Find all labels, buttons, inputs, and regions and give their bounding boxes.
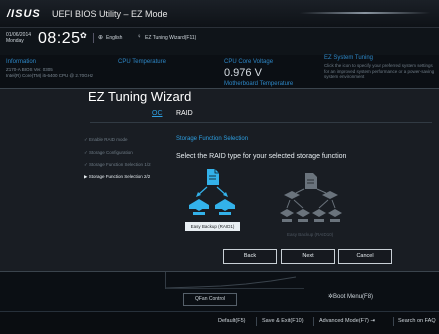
exit-arrow-icon: ⇥ [368,318,375,324]
footer-divider [256,317,257,326]
step-enable-raid: ✓ Enable RAID mode [84,137,128,142]
footer-divider [393,317,394,326]
globe-icon[interactable]: ⊕ [98,34,103,41]
wizard-title: EZ Tuning Wizard [88,89,192,104]
tab-oc[interactable]: OC [152,110,163,117]
raid1-option[interactable] [185,165,239,225]
cpu-temperature-label: CPU Temperature [118,59,166,65]
raid10-option[interactable] [278,171,342,229]
tab-raid[interactable]: RAID [176,110,193,117]
step-storage-function-2: ▶ Storage Function Selection 2/2 [84,174,151,179]
cpu-voltage-value: 0.976 V [224,67,262,79]
step-storage-configuration: ✓ Storage Configuration [84,150,133,155]
default-button[interactable]: Default(F5) [218,318,246,324]
ez-system-tuning-label: EZ System Tuning [324,55,374,61]
raid1-diagram-icon [189,169,235,215]
fan-graph-area [165,272,304,289]
section-description: Select the RAID type for your selected s… [176,153,347,160]
information-line-2: Intel(R) Core(TM) i5-6400 CPU @ 2.70GHz [6,73,94,78]
ez-system-tuning-description: Click the icon to specify your preferred… [324,63,435,79]
step-storage-function-1: ✓ Storage Function Selection 1/2 [84,162,151,167]
cpu-voltage-label: CPU Core Voltage [224,59,274,65]
wizard-divider [90,122,432,123]
information-label: Information [6,59,37,65]
advanced-mode-button[interactable]: Advanced Mode(F7) ⇥ [319,318,375,324]
clock: 08:25 [38,30,81,47]
raid1-option-label[interactable]: Easy Backup (RAID1) [185,222,240,231]
day-text: Monday [6,38,24,44]
asus-logo: /ISUS [7,8,41,20]
fan-curve-graph [165,276,304,289]
section-title: Storage Function Selection [176,136,249,142]
cancel-button[interactable]: Cancel [338,249,392,264]
qfan-control-button[interactable]: QFan Control [183,293,237,306]
search-faq-button[interactable]: Search on FAQ [398,318,436,324]
date-display: 01/06/2014 Monday [6,32,31,44]
boot-menu-button[interactable]: ✲Boot Menu(F8) [328,293,373,300]
raid10-diagram-icon [280,173,342,222]
ez-tuning-wizard-link[interactable]: EZ Tuning Wizard(F11) [145,35,196,41]
gear-icon[interactable]: ✿ [80,31,87,40]
header-decoration [299,12,431,14]
back-button[interactable]: Back [223,249,277,264]
save-exit-button[interactable]: Save & Exit(F10) [262,318,304,324]
footer-divider [313,317,314,326]
motherboard-temperature-label: Motherboard Temperature [224,81,294,87]
next-button[interactable]: Next [281,249,335,264]
lightbulb-icon[interactable]: ♀ [137,34,142,40]
raid10-option-label[interactable]: Easy Backup (RAID10) [287,232,333,237]
divider [93,33,94,43]
language-selector[interactable]: English [106,35,122,41]
bios-title: UEFI BIOS Utility – EZ Mode [52,9,168,19]
